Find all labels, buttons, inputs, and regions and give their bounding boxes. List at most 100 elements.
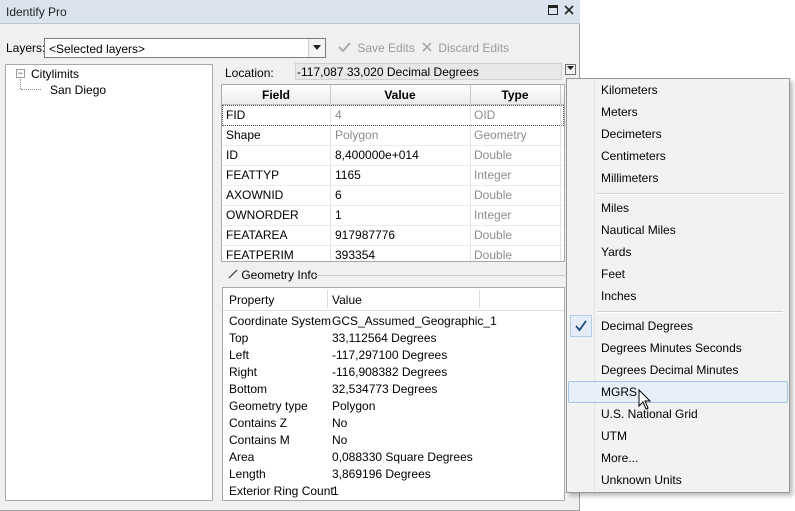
property-value: 1 — [332, 484, 339, 498]
field-type: OID — [474, 108, 496, 122]
property-name: Exterior Ring Count — [229, 484, 334, 498]
property-value: -117,297100 Degrees — [332, 348, 448, 362]
table-row[interactable]: OWNORDER 1 Integer — [222, 205, 564, 226]
menu-item-unknown-units[interactable]: Unknown Units — [568, 469, 788, 491]
list-item: Geometry type Polygon — [223, 398, 564, 415]
discard-edits-button[interactable]: Discard Edits — [422, 41, 509, 55]
layers-value: <Selected layers> — [49, 42, 146, 56]
property-value: 33,112564 Degrees — [332, 331, 437, 345]
menu-item-yards[interactable]: Yards — [568, 241, 788, 263]
column-header-field[interactable]: Field — [222, 88, 330, 102]
layer-tree: − Citylimits San Diego — [5, 64, 213, 501]
list-item: Contains Z No — [223, 415, 564, 432]
geometry-header: Property Value — [223, 288, 564, 311]
list-item: Area 0,088330 Square Degrees — [223, 449, 564, 466]
geometry-info-title: Geometry Info — [241, 268, 318, 282]
layers-label: Layers: — [6, 41, 46, 55]
x-icon — [422, 41, 435, 55]
menu-item-utm[interactable]: UTM — [568, 425, 788, 447]
field-name: FEATTYP — [226, 168, 280, 182]
list-item: Coordinate System GCS_Assumed_Geographic_… — [223, 313, 564, 330]
title-bar: Identify Pro — [0, 0, 580, 24]
column-header-type[interactable]: Type — [470, 88, 560, 102]
menu-item-degrees-minutes-seconds[interactable]: Degrees Minutes Seconds — [568, 337, 788, 359]
table-row[interactable]: Shape Polygon Geometry — [222, 125, 564, 146]
menu-item-decimeters[interactable]: Decimeters — [568, 123, 788, 145]
property-name: Top — [229, 331, 249, 345]
location-units-dropdown[interactable] — [565, 64, 576, 75]
chevron-down-icon[interactable] — [308, 39, 325, 57]
attribute-grid: Field Value Type FID 4 OID Shape Polygon… — [221, 84, 565, 262]
field-value: 6 — [335, 188, 342, 202]
menu-item-inches[interactable]: Inches — [568, 285, 788, 307]
field-name: FEATPERIM — [226, 248, 294, 262]
menu-item-kilometers[interactable]: Kilometers — [568, 79, 788, 101]
field-type: Double — [474, 248, 513, 262]
check-icon — [570, 315, 592, 337]
table-row[interactable]: FEATAREA 917987776 Double — [222, 225, 564, 246]
table-row[interactable]: AXOWNID 6 Double — [222, 185, 564, 206]
collapse-line-icon — [228, 268, 241, 282]
property-value: Polygon — [332, 399, 376, 413]
close-icon[interactable] — [562, 4, 576, 18]
table-row[interactable]: ID 8,400000e+014 Double — [222, 145, 564, 166]
menu-item-meters[interactable]: Meters — [568, 101, 788, 123]
geometry-info-header[interactable]: Geometry Info — [228, 268, 317, 282]
property-name: Length — [229, 467, 266, 481]
menu-item-centimeters[interactable]: Centimeters — [568, 145, 788, 167]
property-name: Right — [229, 365, 258, 379]
menu-item-us-national-grid[interactable]: U.S. National Grid — [568, 403, 788, 425]
field-value: 1 — [335, 208, 342, 222]
field-name: AXOWNID — [226, 188, 284, 202]
property-name: Bottom — [229, 382, 268, 396]
menu-item-miles[interactable]: Miles — [568, 197, 788, 219]
field-type: Double — [474, 228, 513, 242]
collapse-icon[interactable]: − — [16, 69, 25, 78]
property-name: Contains M — [229, 433, 290, 447]
table-row[interactable]: FID 4 OID — [222, 105, 564, 126]
location-label: Location: — [225, 66, 274, 80]
menu-item-decimal-degrees[interactable]: Decimal Degrees — [568, 315, 788, 337]
save-edits-label: Save Edits — [357, 41, 415, 55]
field-type: Integer — [474, 208, 512, 222]
layers-dropdown[interactable]: <Selected layers> — [44, 38, 326, 58]
property-value: No — [332, 433, 348, 447]
units-context-menu: Kilometers Meters Decimeters Centimeters… — [566, 78, 790, 493]
field-name: FID — [226, 108, 246, 122]
property-name: Left — [229, 348, 250, 362]
field-name: Shape — [226, 128, 261, 142]
field-type: Double — [474, 188, 513, 202]
property-value: 32,534773 Degrees — [332, 382, 438, 396]
tree-item-citylimits[interactable]: Citylimits — [31, 67, 79, 81]
list-item: Contains M No — [223, 432, 564, 449]
divider — [315, 275, 565, 276]
column-header-property[interactable]: Property — [229, 293, 274, 307]
table-row[interactable]: FEATPERIM 393354 Double — [222, 245, 564, 262]
tree-item-san-diego[interactable]: San Diego — [50, 83, 106, 97]
field-name: OWNORDER — [226, 208, 299, 222]
restore-icon[interactable] — [546, 4, 560, 18]
property-name: Contains Z — [229, 416, 288, 430]
list-item: Length 3,869196 Degrees — [223, 466, 564, 483]
save-edits-button[interactable]: Save Edits — [338, 41, 415, 55]
field-value: 4 — [335, 108, 342, 122]
checkmark-icon — [338, 41, 354, 55]
field-type: Double — [474, 148, 513, 162]
property-value: -116,908382 Degrees — [332, 365, 448, 379]
list-item: Left -117,297100 Degrees — [223, 347, 564, 364]
column-header-value[interactable]: Value — [332, 293, 362, 307]
menu-item-millimeters[interactable]: Millimeters — [568, 167, 788, 189]
menu-item-more[interactable]: More... — [568, 447, 788, 469]
menu-item-degrees-decimal-minutes[interactable]: Degrees Decimal Minutes — [568, 359, 788, 381]
property-name: Area — [229, 450, 255, 464]
menu-item-mgrs[interactable]: MGRS — [568, 381, 788, 403]
table-row[interactable]: FEATTYP 1165 Integer — [222, 165, 564, 186]
field-name: ID — [226, 148, 238, 162]
menu-item-feet[interactable]: Feet — [568, 263, 788, 285]
list-item: Top 33,112564 Degrees — [223, 330, 564, 347]
property-name: Geometry type — [229, 399, 308, 413]
location-field: -117,087 33,020 Decimal Degrees — [295, 63, 562, 80]
column-header-value[interactable]: Value — [330, 88, 470, 102]
menu-item-nautical-miles[interactable]: Nautical Miles — [568, 219, 788, 241]
tree-connector — [20, 79, 21, 89]
